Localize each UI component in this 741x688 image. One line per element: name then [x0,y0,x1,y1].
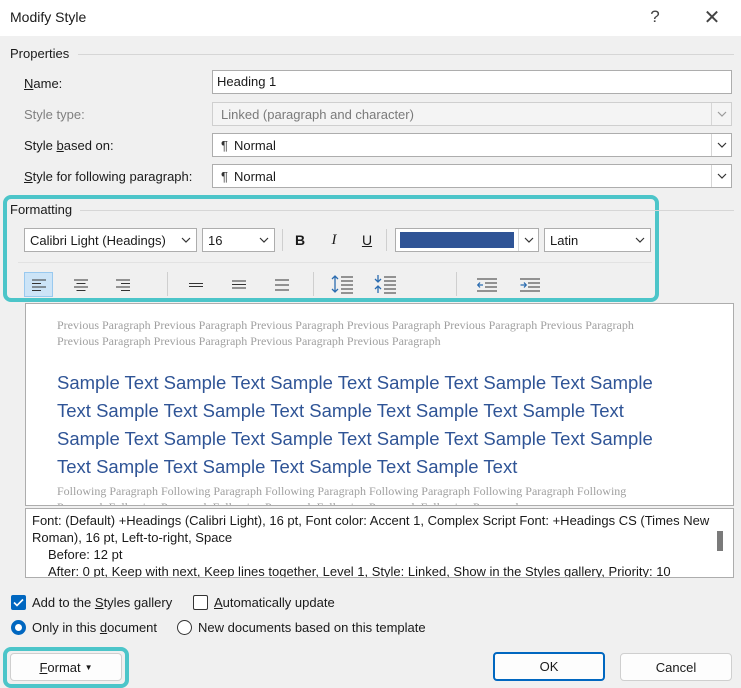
add-to-gallery-label[interactable]: Add to the Styles gallery [32,595,172,610]
dropdown-arrow-icon: ▼ [84,662,93,672]
align-center-icon [73,279,88,291]
chevron-down-icon[interactable] [711,134,731,156]
auto-update-checkbox[interactable] [193,595,208,610]
font-color-select[interactable] [395,228,539,252]
following-paragraph-text: Following Paragraph Following Paragraph … [57,484,627,505]
decrease-paragraph-spacing-icon [374,275,396,294]
decrease-indent-icon [476,278,497,291]
double-spacing-icon [274,279,289,290]
previous-paragraph-text: Previous Paragraph Previous Paragraph Pr… [57,318,634,348]
style-description: Font: (Default) +Headings (Calibri Light… [25,508,734,578]
chevron-down-icon[interactable] [254,229,274,251]
style-preview: Previous Paragraph Previous Paragraph Pr… [25,303,734,506]
auto-update-label[interactable]: Automatically update [214,595,335,610]
paragraph-mark-icon: ¶ [221,137,228,153]
new-documents-label[interactable]: New documents based on this template [198,620,426,635]
single-spacing-icon [188,282,203,287]
double-spacing-button[interactable] [267,272,296,297]
one-half-spacing-icon [231,280,246,289]
align-right-icon [115,279,130,291]
align-left-icon [31,279,46,291]
description-line: Font: (Default) +Headings (Calibri Light… [32,513,710,528]
font-name-select[interactable]: Calibri Light (Headings) [24,228,197,252]
underline-button[interactable]: U [355,228,379,252]
increase-indent-button[interactable] [515,272,544,297]
sample-line: Text Sample Text Sample Text Sample Text… [57,400,624,421]
name-field[interactable]: Heading 1 [212,70,732,94]
single-spacing-button[interactable] [181,272,210,297]
only-this-document-radio[interactable] [11,620,26,635]
sample-line: Text Sample Text Sample Text Sample Text… [57,456,518,477]
script-select[interactable]: Latin [544,228,651,252]
font-size-value: 16 [208,232,223,248]
ok-button[interactable]: OK [493,652,605,681]
style-type-select: Linked (paragraph and character) [212,102,732,126]
chevron-down-icon[interactable] [518,229,538,251]
chevron-down-icon[interactable] [711,165,731,187]
following-label: Style for following paragraph: [24,169,193,184]
style-type-label: Style type: [24,107,85,122]
description-scrollbar[interactable] [717,531,723,551]
font-color-swatch [400,232,514,248]
script-value: Latin [550,232,579,248]
formatting-header: Formatting [10,202,73,217]
bold-button[interactable]: B [288,228,312,252]
title-bar [0,0,741,36]
align-center-button[interactable] [66,272,95,297]
formatting-divider [80,210,734,211]
paragraph-mark-icon: ¶ [221,168,228,184]
dialog-title: Modify Style [10,9,87,25]
based-on-select[interactable]: ¶ Normal [212,133,732,157]
align-right-button[interactable] [108,272,137,297]
style-type-value: Linked (paragraph and character) [221,106,414,122]
description-line: After: 0 pt, Keep with next, Keep lines … [48,564,671,578]
properties-divider [78,54,734,55]
toolbar-divider [18,262,652,263]
align-left-button[interactable] [24,272,53,297]
sample-line: Sample Text Sample Text Sample Text Samp… [57,428,653,449]
toolbar-separator [313,272,314,296]
toolbar-separator [386,229,387,251]
decrease-indent-button[interactable] [472,272,501,297]
toolbar-separator [456,272,457,296]
toolbar-separator [282,229,283,251]
font-name-value: Calibri Light (Headings) [30,232,166,248]
italic-button[interactable]: I [322,228,346,252]
decrease-spacing-button[interactable] [370,271,399,297]
add-to-gallery-checkbox[interactable] [11,595,26,610]
one-half-spacing-button[interactable] [224,272,253,297]
sample-line: Sample Text Sample Text Sample Text Samp… [57,372,653,393]
chevron-down-icon[interactable] [176,229,196,251]
chevron-down-icon[interactable] [630,229,650,251]
increase-spacing-button[interactable] [327,271,356,297]
toolbar-separator [167,272,168,296]
help-button[interactable]: ? [640,3,670,31]
font-size-select[interactable]: 16 [202,228,275,252]
checkmark-icon [13,598,24,607]
based-on-value: Normal [233,137,276,153]
description-line: Roman), 16 pt, Left-to-right, Space [32,530,233,545]
cancel-button[interactable]: Cancel [620,653,732,681]
increase-indent-icon [519,278,540,291]
name-label: Name: [24,76,63,91]
properties-header: Properties [10,46,70,61]
following-value: Normal [233,168,276,184]
only-this-document-label[interactable]: Only in this document [32,620,157,635]
following-select[interactable]: ¶ Normal [212,164,732,188]
chevron-down-icon [711,103,731,125]
format-button[interactable]: Format ▼ [10,653,122,681]
sample-text: Sample Text Sample Text Sample Text Samp… [57,369,733,481]
new-documents-radio[interactable] [177,620,192,635]
description-line: Before: 12 pt [48,547,123,562]
based-on-label: Style based on: [24,138,114,153]
increase-paragraph-spacing-icon [331,275,353,294]
close-button[interactable]: ✕ [697,3,727,31]
